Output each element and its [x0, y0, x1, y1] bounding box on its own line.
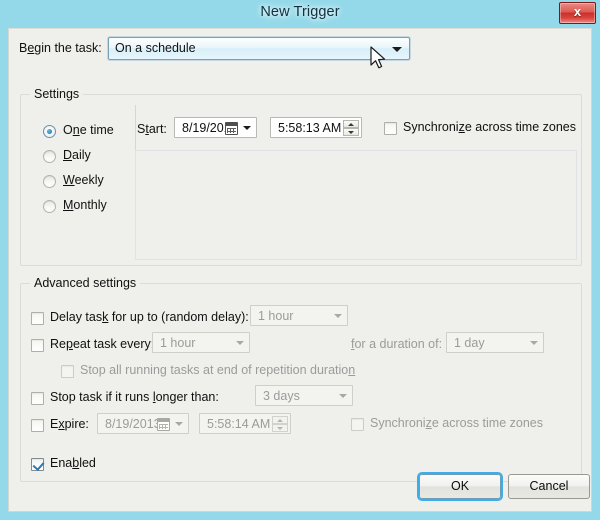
calendar-icon	[157, 418, 170, 431]
dialog-client-area: Begin the task: On a schedule Settings O…	[8, 28, 592, 512]
repeat-interval-dropdown[interactable]: 1 hour	[152, 332, 250, 353]
stop-all-running-tasks-label: Stop all running tasks at end of repetit…	[80, 363, 356, 377]
delay-task-value: 1 hour	[258, 309, 294, 323]
expire-time-spinner[interactable]	[272, 416, 288, 433]
start-label: Start:	[137, 122, 167, 136]
repeat-interval-value: 1 hour	[160, 336, 196, 350]
stop-task-duration-dropdown[interactable]: 3 days	[255, 385, 353, 406]
new-trigger-dialog-window: New Trigger x Begin the task: On a sched…	[0, 0, 600, 520]
expire-date-field[interactable]: 8/19/2013	[97, 413, 189, 434]
checkbox-mark-icon	[384, 122, 397, 135]
chevron-down-icon	[334, 313, 342, 318]
stop-task-duration-value: 3 days	[263, 389, 300, 403]
enabled-label: Enabled	[50, 456, 96, 470]
repeat-duration-value: 1 day	[454, 336, 485, 350]
radio-mark-icon	[43, 200, 56, 213]
radio-mark-icon	[43, 175, 56, 188]
checkbox-mark-icon	[31, 312, 44, 325]
checkbox-mark-icon	[351, 418, 364, 431]
chevron-down-icon	[392, 46, 402, 52]
radio-weekly-label: Weekly	[63, 173, 104, 187]
chevron-down-icon	[236, 340, 244, 345]
repeat-task-label: Repeat task every:	[50, 337, 155, 351]
start-date-field[interactable]: 8/19/2012	[174, 117, 257, 138]
expire-label: Expire:	[50, 417, 89, 431]
expire-sync-timezones-label: Synchronize across time zones	[370, 416, 544, 430]
checkbox-mark-icon	[31, 419, 44, 432]
title-bar: New Trigger x	[0, 0, 600, 28]
spinner-down-icon[interactable]	[272, 424, 288, 432]
checkbox-mark-icon	[31, 339, 44, 352]
checkbox-mark-icon	[31, 392, 44, 405]
time-spinner[interactable]	[343, 120, 359, 137]
expire-time-value: 5:58:14 AM	[207, 417, 271, 431]
start-sync-timezones-label: Synchronize across time zones	[403, 120, 577, 134]
begin-task-value: On a schedule	[115, 41, 196, 55]
start-time-field[interactable]: 5:58:13 AM	[270, 117, 362, 138]
window-title: New Trigger	[260, 4, 340, 20]
radio-monthly-label: Monthly	[63, 198, 107, 212]
close-button[interactable]: x	[559, 2, 596, 24]
delay-task-label: Delay task for up to (random delay):	[50, 310, 249, 324]
settings-group-title: Settings	[30, 87, 84, 101]
cancel-button[interactable]: Cancel	[508, 474, 590, 499]
checkbox-mark-icon	[31, 458, 44, 471]
close-icon: x	[573, 4, 582, 19]
repeat-duration-dropdown[interactable]: 1 day	[446, 332, 544, 353]
begin-task-label: Begin the task:	[19, 41, 102, 55]
radio-mark-icon	[43, 150, 56, 163]
begin-task-combobox[interactable]: On a schedule	[108, 37, 410, 60]
chevron-down-icon	[175, 421, 183, 426]
radio-mark-icon	[43, 125, 56, 138]
expire-time-field[interactable]: 5:58:14 AM	[199, 413, 291, 434]
repeat-duration-label: for a duration of:	[351, 337, 443, 351]
calendar-icon	[225, 122, 238, 135]
delay-task-dropdown[interactable]: 1 hour	[250, 305, 348, 326]
ok-button[interactable]: OK	[419, 474, 501, 499]
stop-task-longer-label: Stop task if it runs longer than:	[50, 390, 219, 404]
chevron-down-icon	[530, 340, 538, 345]
spinner-up-icon[interactable]	[343, 120, 359, 128]
advanced-group-title: Advanced settings	[30, 276, 141, 290]
spinner-up-icon[interactable]	[272, 416, 288, 424]
start-time-value: 5:58:13 AM	[278, 121, 342, 135]
chevron-down-icon	[339, 393, 347, 398]
chevron-down-icon	[243, 125, 251, 130]
radio-one-time-label: One time	[63, 123, 114, 137]
expire-date-value: 8/19/2013	[105, 417, 161, 431]
schedule-detail-panel	[135, 150, 577, 260]
radio-daily-label: Daily	[63, 148, 91, 162]
spinner-down-icon[interactable]	[343, 128, 359, 136]
checkbox-mark-icon	[61, 365, 74, 378]
